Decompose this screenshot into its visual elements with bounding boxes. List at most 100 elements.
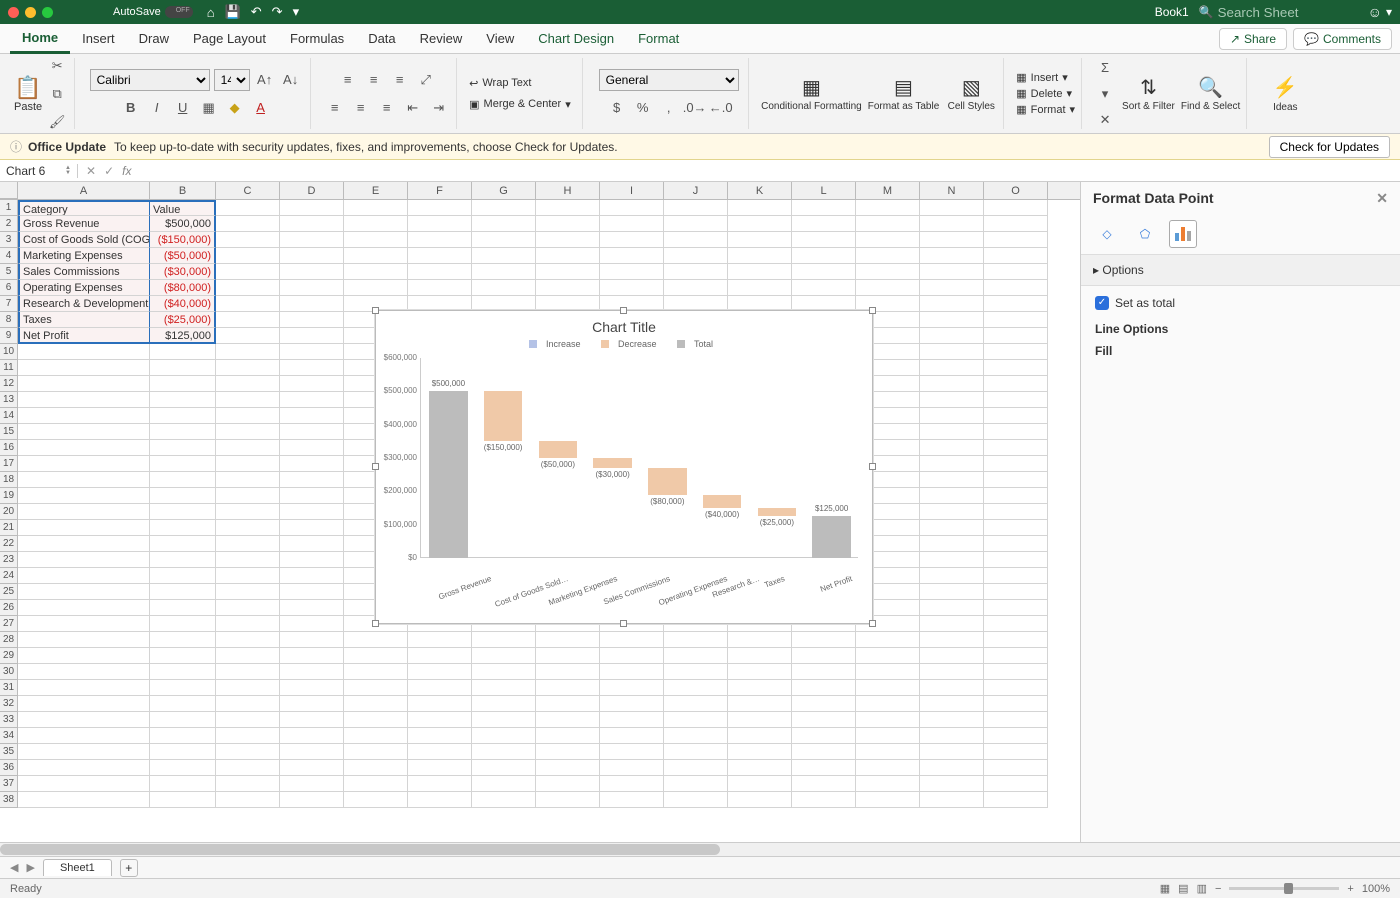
row-header[interactable]: 23 — [0, 552, 18, 568]
cell[interactable] — [216, 296, 280, 312]
cell[interactable] — [472, 680, 536, 696]
cell[interactable] — [664, 248, 728, 264]
cell[interactable] — [280, 744, 344, 760]
cell[interactable] — [216, 440, 280, 456]
row-header[interactable]: 38 — [0, 792, 18, 808]
align-bottom-icon[interactable]: ≡ — [389, 69, 411, 91]
cell[interactable] — [472, 744, 536, 760]
cell[interactable] — [150, 424, 216, 440]
cell[interactable] — [984, 248, 1048, 264]
cell[interactable] — [216, 328, 280, 344]
row-header[interactable]: 17 — [0, 456, 18, 472]
row-header[interactable]: 8 — [0, 312, 18, 328]
cell[interactable] — [984, 216, 1048, 232]
cell[interactable] — [536, 248, 600, 264]
cell[interactable] — [728, 680, 792, 696]
row-header[interactable]: 22 — [0, 536, 18, 552]
row-header[interactable]: 3 — [0, 232, 18, 248]
cell[interactable] — [280, 776, 344, 792]
cell[interactable]: Marketing Expenses — [18, 248, 150, 264]
cell[interactable] — [408, 744, 472, 760]
cell[interactable] — [728, 776, 792, 792]
cell[interactable]: Sales Commissions — [18, 264, 150, 280]
cell[interactable] — [280, 296, 344, 312]
share-button[interactable]: ↗Share — [1219, 28, 1287, 50]
row-header[interactable]: 18 — [0, 472, 18, 488]
cell[interactable] — [216, 744, 280, 760]
row-header[interactable]: 10 — [0, 344, 18, 360]
line-options-header[interactable]: Line Options — [1095, 322, 1386, 336]
cell[interactable] — [856, 232, 920, 248]
row-header[interactable]: 12 — [0, 376, 18, 392]
find-select-button[interactable]: 🔍Find & Select — [1181, 57, 1240, 131]
row-header[interactable]: 7 — [0, 296, 18, 312]
cell[interactable] — [920, 280, 984, 296]
fill-line-tab-icon[interactable]: ◇ — [1093, 220, 1121, 248]
row-header[interactable]: 1 — [0, 200, 18, 216]
cell[interactable] — [856, 248, 920, 264]
feedback-icon[interactable]: ☺ — [1368, 4, 1382, 20]
cell[interactable] — [18, 696, 150, 712]
cell[interactable] — [280, 616, 344, 632]
cell[interactable] — [216, 520, 280, 536]
cell[interactable] — [600, 216, 664, 232]
cell[interactable] — [856, 712, 920, 728]
cell[interactable] — [344, 264, 408, 280]
chart-bar[interactable] — [703, 495, 741, 508]
col-header[interactable]: J — [664, 182, 728, 199]
cell[interactable] — [856, 200, 920, 216]
chart-bar[interactable] — [429, 391, 467, 558]
row-header[interactable]: 5 — [0, 264, 18, 280]
copy-icon[interactable]: ⧉ — [46, 83, 68, 105]
cell[interactable] — [280, 664, 344, 680]
cell[interactable] — [18, 616, 150, 632]
number-format-select[interactable]: General — [599, 69, 739, 91]
cell[interactable] — [984, 616, 1048, 632]
cell[interactable] — [18, 472, 150, 488]
align-middle-icon[interactable]: ≡ — [363, 69, 385, 91]
cell[interactable] — [472, 264, 536, 280]
cell[interactable] — [792, 792, 856, 808]
next-sheet-icon[interactable]: ▶ — [26, 861, 34, 874]
cell[interactable] — [536, 232, 600, 248]
cell[interactable]: ($25,000) — [150, 312, 216, 328]
delete-cells-button[interactable]: ▦Delete▾ — [1016, 87, 1075, 100]
add-sheet-button[interactable]: + — [120, 859, 138, 877]
resize-handle[interactable] — [869, 463, 876, 470]
cell[interactable] — [150, 552, 216, 568]
cell[interactable] — [600, 248, 664, 264]
cell[interactable] — [150, 776, 216, 792]
cell[interactable] — [408, 232, 472, 248]
chart-bar[interactable] — [539, 441, 577, 458]
cell[interactable] — [536, 712, 600, 728]
cell[interactable] — [18, 728, 150, 744]
select-all-corner[interactable] — [0, 182, 18, 199]
cell[interactable] — [150, 440, 216, 456]
cell[interactable] — [856, 728, 920, 744]
comments-button[interactable]: 💬Comments — [1293, 28, 1392, 50]
cell[interactable] — [280, 648, 344, 664]
cell[interactable] — [536, 648, 600, 664]
row-header[interactable]: 19 — [0, 488, 18, 504]
cell[interactable] — [984, 408, 1048, 424]
cell[interactable] — [664, 760, 728, 776]
cell[interactable] — [150, 792, 216, 808]
cell[interactable] — [150, 344, 216, 360]
cell[interactable] — [216, 616, 280, 632]
cell[interactable] — [984, 520, 1048, 536]
tab-view[interactable]: View — [474, 25, 526, 52]
align-center-icon[interactable]: ≡ — [350, 97, 372, 119]
cell[interactable] — [664, 648, 728, 664]
row-header[interactable]: 28 — [0, 632, 18, 648]
tab-page-layout[interactable]: Page Layout — [181, 25, 278, 52]
cell[interactable] — [664, 680, 728, 696]
cell[interactable]: ($150,000) — [150, 232, 216, 248]
ideas-button[interactable]: ⚡Ideas — [1259, 75, 1311, 113]
resize-handle[interactable] — [620, 307, 627, 314]
cell[interactable] — [536, 664, 600, 680]
insert-cells-button[interactable]: ▦Insert▾ — [1016, 71, 1075, 84]
cancel-formula-icon[interactable]: ✕ — [86, 164, 96, 178]
cell[interactable] — [856, 280, 920, 296]
cell[interactable] — [984, 440, 1048, 456]
cell[interactable] — [664, 728, 728, 744]
